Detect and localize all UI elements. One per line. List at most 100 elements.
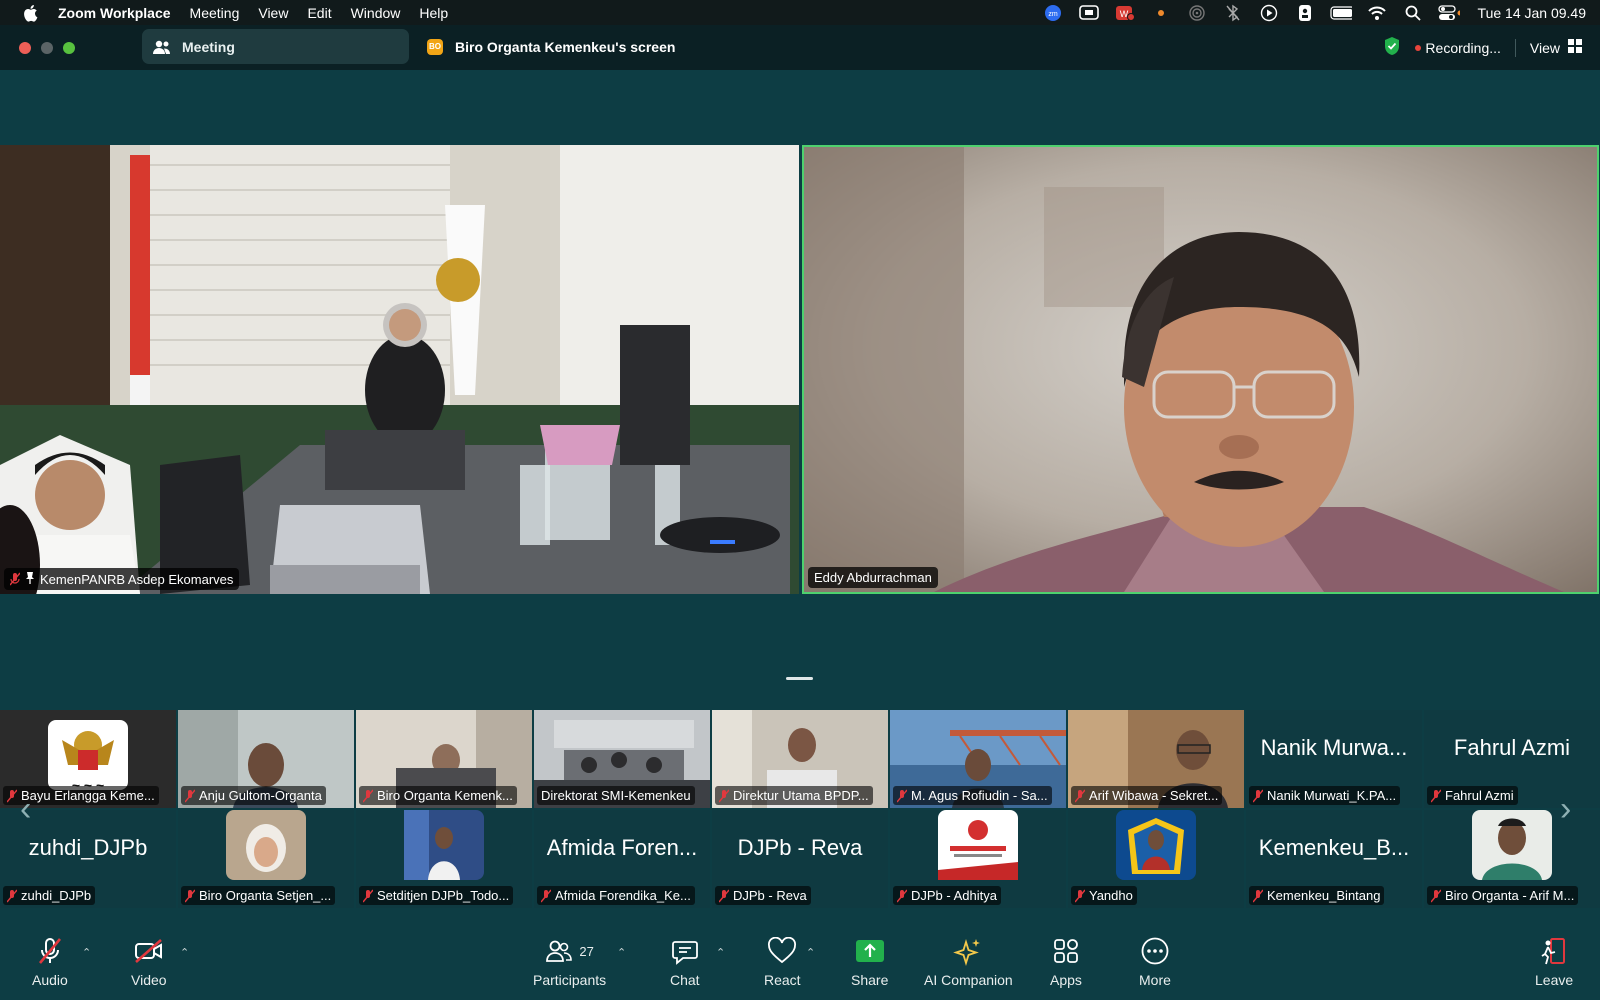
spotlight-search-icon[interactable] bbox=[1402, 4, 1424, 22]
menu-help[interactable]: Help bbox=[419, 5, 448, 21]
apps-button[interactable]: Apps bbox=[1050, 936, 1082, 988]
menu-window[interactable]: Window bbox=[351, 5, 401, 21]
tab-meeting[interactable]: Meeting bbox=[142, 29, 409, 64]
audio-button[interactable]: Audio bbox=[32, 936, 68, 988]
tile-name-text: Biro Organta - Arif M... bbox=[1445, 888, 1575, 903]
gallery-tile[interactable]: DJPb - Adhitya bbox=[890, 810, 1066, 908]
wps-office-icon[interactable]: W bbox=[1114, 4, 1136, 22]
airdrop-icon[interactable] bbox=[1186, 4, 1208, 22]
audio-options-chevron-icon[interactable]: ⌃ bbox=[82, 946, 91, 959]
tile-name-text: Biro Organta Setjen_... bbox=[199, 888, 332, 903]
react-options-chevron-icon[interactable]: ⌃ bbox=[806, 946, 815, 959]
video-tile-active-speaker[interactable]: Eddy Abdurrachman bbox=[802, 145, 1599, 594]
react-label: React bbox=[764, 972, 801, 988]
status-icons: zm W Tue 14 Jan 09.49 bbox=[1042, 0, 1586, 25]
apple-icon[interactable] bbox=[22, 4, 42, 22]
gallery-tile[interactable]: Yandho bbox=[1068, 810, 1244, 908]
participants-icon bbox=[546, 940, 573, 962]
people-icon bbox=[152, 39, 172, 55]
clock[interactable]: Tue 14 Jan 09.49 bbox=[1478, 5, 1586, 21]
recording-status[interactable]: Recording... bbox=[1425, 40, 1500, 56]
participants-button[interactable]: 27 Participants bbox=[533, 936, 606, 988]
gallery-prev-arrow-icon[interactable]: ‹ bbox=[20, 790, 31, 829]
menu-bar: Zoom Workplace Meeting View Edit Window … bbox=[0, 0, 1600, 25]
gallery-tile[interactable]: Fahrul Azmi Fahrul Azmi bbox=[1424, 710, 1600, 808]
tile-name-text: Anju Gultom-Organta bbox=[199, 788, 322, 803]
tile-display-name: Nanik Murwa... bbox=[1260, 735, 1408, 760]
gallery-tile[interactable]: Biro Organta - Arif M... bbox=[1424, 810, 1600, 908]
wifi-icon[interactable] bbox=[1366, 4, 1388, 22]
tile-label: Biro Organta - Arif M... bbox=[1427, 886, 1579, 905]
participant-name-label: Eddy Abdurrachman bbox=[808, 567, 938, 588]
mic-muted-icon bbox=[1431, 889, 1441, 903]
tile-label: Afmida Forendika_Ke... bbox=[537, 886, 695, 905]
tile-name-text: Fahrul Azmi bbox=[1445, 788, 1514, 803]
participants-label: Participants bbox=[533, 972, 607, 988]
tab-shared-screen[interactable]: BO Biro Organta Kemenkeu's screen bbox=[427, 29, 675, 64]
video-tile-main-left[interactable]: KemenPANRB Asdep Ekomarves bbox=[0, 145, 799, 594]
video-options-chevron-icon[interactable]: ⌃ bbox=[180, 946, 189, 959]
tile-name-text: M. Agus Rofiudin - Sa... bbox=[911, 788, 1048, 803]
more-label: More bbox=[1139, 972, 1171, 988]
tile-label: Setditjen DJPb_Todo... bbox=[359, 886, 514, 905]
view-button[interactable]: View bbox=[1530, 39, 1582, 56]
gallery-tile[interactable]: DJPb - Reva DJPb - Reva bbox=[712, 810, 888, 908]
gallery-tile[interactable]: Kemenkeu_B... Kemenkeu_Bintang bbox=[1246, 810, 1422, 908]
tab-meeting-label: Meeting bbox=[182, 38, 235, 55]
gallery-tile[interactable]: M. Agus Rofiudin - Sa... bbox=[890, 710, 1066, 808]
mic-muted-icon bbox=[7, 789, 17, 803]
gallery-tile[interactable]: Biro Organta Setjen_... bbox=[178, 810, 354, 908]
play-circle-icon[interactable] bbox=[1258, 4, 1280, 22]
zoom-status-icon[interactable]: zm bbox=[1042, 4, 1064, 22]
tile-name-text: DJPb - Reva bbox=[733, 888, 807, 903]
gallery-tile[interactable]: Afmida Foren... Afmida Forendika_Ke... bbox=[534, 810, 710, 908]
mic-muted-icon bbox=[363, 789, 373, 803]
mic-indicator-icon bbox=[1150, 4, 1172, 22]
gallery-tile[interactable]: Nanik Murwa... Nanik Murwati_K.PA... bbox=[1246, 710, 1422, 808]
mic-muted-icon bbox=[719, 789, 729, 803]
tile-label: Nanik Murwati_K.PA... bbox=[1249, 786, 1401, 805]
tile-label: Biro Organta Kemenk... bbox=[359, 786, 517, 805]
share-button[interactable]: Share bbox=[851, 936, 888, 988]
gallery-tile[interactable]: Biro Organta Kemenk... bbox=[356, 710, 532, 808]
control-center-icon[interactable] bbox=[1437, 4, 1460, 22]
gallery-tile[interactable]: Direktorat SMI-Kemenkeu bbox=[534, 710, 710, 808]
gallery-tile[interactable]: Anju Gultom-Organta bbox=[178, 710, 354, 808]
close-window-button[interactable] bbox=[19, 41, 31, 54]
participants-options-chevron-icon[interactable]: ⌃ bbox=[617, 946, 626, 959]
window-controls bbox=[19, 41, 75, 54]
mic-muted-icon bbox=[1075, 889, 1085, 903]
gallery-tile[interactable]: Arif Wibawa - Sekret... bbox=[1068, 710, 1244, 808]
minimize-window-button[interactable] bbox=[41, 41, 53, 54]
react-button[interactable]: React bbox=[764, 936, 801, 988]
chat-button[interactable]: Chat bbox=[670, 936, 700, 988]
zoom-window-button[interactable] bbox=[63, 41, 75, 54]
gallery-tile[interactable]: Direktur Utama BPDP... bbox=[712, 710, 888, 808]
shield-check-icon[interactable] bbox=[1383, 36, 1401, 59]
id-card-icon[interactable] bbox=[1294, 4, 1316, 22]
menu-view[interactable]: View bbox=[258, 5, 288, 21]
bluetooth-off-icon[interactable] bbox=[1222, 4, 1244, 22]
chat-label: Chat bbox=[670, 972, 700, 988]
apps-grid-icon bbox=[1052, 936, 1080, 966]
mic-muted-icon bbox=[1253, 889, 1263, 903]
grid-icon bbox=[1568, 39, 1582, 56]
resize-handle[interactable] bbox=[786, 677, 813, 680]
gallery-next-arrow-icon[interactable]: › bbox=[1560, 790, 1571, 829]
gallery-tile[interactable]: Setditjen DJPb_Todo... bbox=[356, 810, 532, 908]
chat-options-chevron-icon[interactable]: ⌃ bbox=[716, 946, 725, 959]
video-button[interactable]: Video bbox=[131, 936, 167, 988]
menu-edit[interactable]: Edit bbox=[307, 5, 331, 21]
tile-label: zuhdi_DJPb bbox=[3, 886, 96, 905]
menu-app-name[interactable]: Zoom Workplace bbox=[58, 5, 171, 21]
screen-share-status-icon[interactable] bbox=[1078, 4, 1100, 22]
tile-label: DJPb - Reva bbox=[715, 886, 811, 905]
menu-meeting[interactable]: Meeting bbox=[190, 5, 240, 21]
mic-muted-icon bbox=[185, 789, 195, 803]
more-button[interactable]: More bbox=[1139, 936, 1171, 988]
pin-icon bbox=[25, 571, 35, 587]
tile-name-text: Afmida Forendika_Ke... bbox=[555, 888, 691, 903]
battery-icon[interactable] bbox=[1329, 4, 1352, 22]
leave-button[interactable]: Leave bbox=[1535, 936, 1573, 988]
ai-companion-button[interactable]: AI Companion bbox=[924, 936, 1013, 988]
